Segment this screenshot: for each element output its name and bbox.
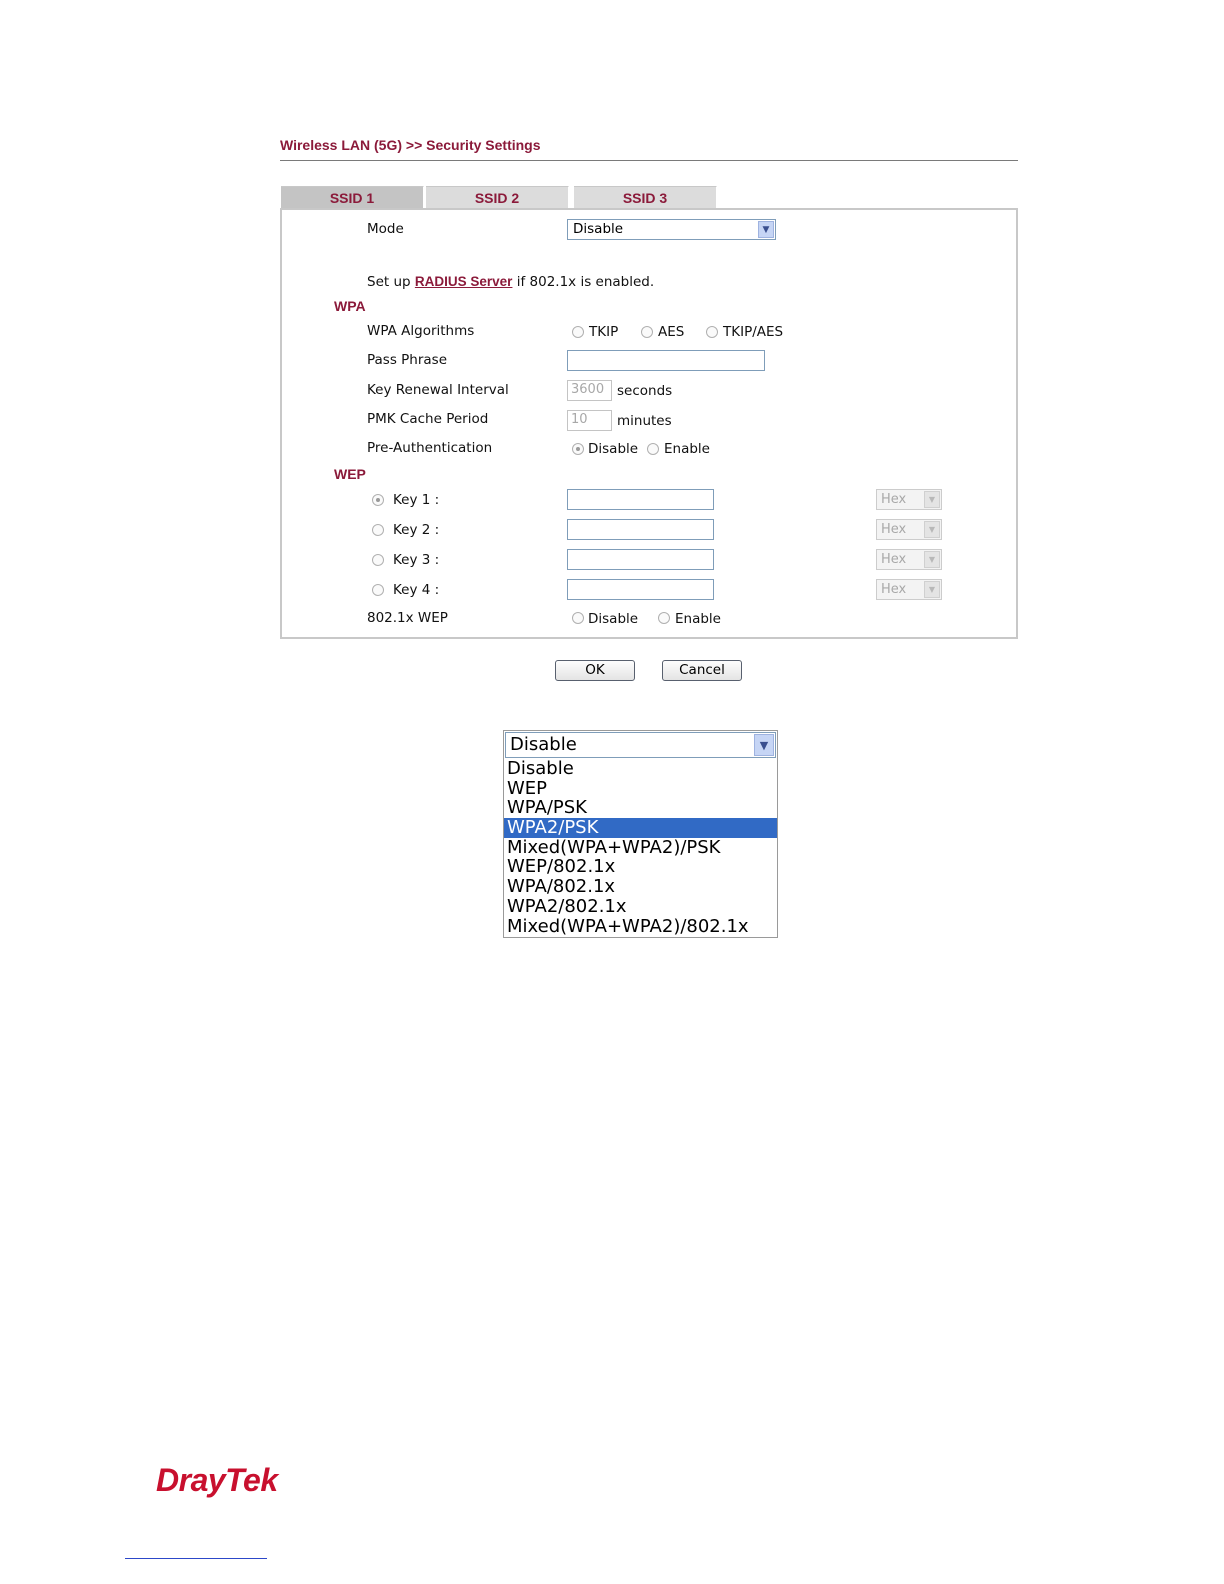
tkip-radio[interactable]	[572, 326, 584, 338]
key-renewal-unit: seconds	[617, 383, 673, 399]
mode-dropdown-value: Disable	[510, 734, 577, 755]
mode-option-disable[interactable]: Disable	[504, 759, 777, 779]
draytek-logo: DrayTek	[156, 1462, 278, 1498]
key-3-format-value: Hex	[881, 552, 907, 567]
title-divider	[280, 160, 1018, 161]
mode-dropdown-list: Disable WEP WPA/PSK WPA2/PSK Mixed(WPA+W…	[504, 759, 777, 936]
key-1-input[interactable]	[567, 489, 714, 510]
chevron-down-icon: ▼	[924, 491, 940, 508]
pass-phrase-label: Pass Phrase	[367, 352, 448, 368]
tab-ssid-1[interactable]: SSID 1	[281, 186, 424, 208]
pre-auth-label: Pre-Authentication	[367, 440, 493, 456]
key-3-label: Key 3 :	[393, 552, 440, 568]
footer-divider	[125, 1558, 267, 1559]
pmk-cache-unit: minutes	[617, 413, 672, 429]
key-2-label: Key 2 :	[393, 522, 440, 538]
key-3-radio[interactable]	[372, 554, 384, 566]
mode-option-wpa2-psk[interactable]: WPA2/PSK	[504, 818, 777, 838]
ok-button[interactable]: OK	[555, 660, 635, 681]
key-4-format-select[interactable]: Hex ▼	[876, 579, 942, 600]
mode-label: Mode	[367, 221, 404, 237]
key-4-format-value: Hex	[881, 582, 907, 597]
wpa-section-heading: WPA	[334, 298, 366, 314]
tkip-aes-label: TKIP/AES	[723, 324, 784, 340]
chevron-down-icon[interactable]: ▼	[758, 221, 774, 238]
mode-option-mixed-psk[interactable]: Mixed(WPA+WPA2)/PSK	[504, 837, 777, 858]
pass-phrase-input[interactable]	[567, 350, 765, 371]
key-renewal-input[interactable]: 3600	[567, 380, 612, 401]
pmk-cache-input[interactable]: 10	[567, 410, 612, 431]
radius-server-link[interactable]: RADIUS Server	[415, 274, 513, 289]
key-2-format-select[interactable]: Hex ▼	[876, 519, 942, 540]
tab-ssid-3[interactable]: SSID 3	[574, 186, 717, 208]
tkip-label: TKIP	[589, 324, 619, 340]
pre-auth-disable-radio[interactable]	[572, 443, 584, 455]
pre-auth-enable-label: Enable	[664, 441, 710, 457]
dot1x-wep-disable-radio[interactable]	[572, 612, 584, 624]
mode-option-mixed-8021x[interactable]: Mixed(WPA+WPA2)/802.1x	[504, 916, 777, 937]
mode-option-wpa-psk[interactable]: WPA/PSK	[504, 798, 777, 818]
wep-section-heading: WEP	[334, 466, 366, 482]
dot1x-wep-label: 802.1x WEP	[367, 610, 448, 626]
pre-auth-enable-radio[interactable]	[647, 443, 659, 455]
radius-note: Set up RADIUS Server if 802.1x is enable…	[367, 274, 654, 290]
key-4-radio[interactable]	[372, 584, 384, 596]
key-1-label: Key 1 :	[393, 492, 440, 508]
dot1x-wep-enable-label: Enable	[675, 611, 721, 627]
mode-select[interactable]: Disable ▼	[567, 219, 776, 240]
key-2-input[interactable]	[567, 519, 714, 540]
mode-option-wep[interactable]: WEP	[504, 778, 777, 799]
chevron-down-icon: ▼	[924, 551, 940, 568]
mode-select-value: Disable	[573, 221, 624, 237]
pmk-cache-label: PMK Cache Period	[367, 411, 489, 427]
radius-note-suffix: if 802.1x is enabled.	[516, 274, 655, 290]
key-1-format-value: Hex	[881, 492, 907, 507]
chevron-down-icon[interactable]: ▼	[754, 734, 774, 756]
wpa-algorithms-label: WPA Algorithms	[367, 323, 475, 339]
key-1-format-select[interactable]: Hex ▼	[876, 489, 942, 510]
page-title: Wireless LAN (5G) >> Security Settings	[280, 137, 541, 153]
pre-auth-disable-label: Disable	[588, 441, 639, 457]
aes-radio[interactable]	[641, 326, 653, 338]
key-4-input[interactable]	[567, 579, 714, 600]
key-3-input[interactable]	[567, 549, 714, 570]
key-renewal-label: Key Renewal Interval	[367, 382, 509, 398]
chevron-down-icon: ▼	[924, 581, 940, 598]
dot1x-wep-enable-radio[interactable]	[658, 612, 670, 624]
aes-label: AES	[658, 324, 685, 340]
key-3-format-select[interactable]: Hex ▼	[876, 549, 942, 570]
key-2-radio[interactable]	[372, 524, 384, 536]
key-2-format-value: Hex	[881, 522, 907, 537]
cancel-button[interactable]: Cancel	[662, 660, 742, 681]
key-4-label: Key 4 :	[393, 582, 440, 598]
mode-option-wep-8021x[interactable]: WEP/802.1x	[504, 857, 777, 877]
tkip-aes-radio[interactable]	[706, 326, 718, 338]
mode-dropdown-select[interactable]: Disable ▼	[505, 732, 776, 758]
chevron-down-icon: ▼	[924, 521, 940, 538]
mode-option-wpa2-8021x[interactable]: WPA2/802.1x	[504, 896, 777, 917]
tab-ssid-2[interactable]: SSID 2	[426, 186, 569, 208]
mode-option-wpa-8021x[interactable]: WPA/802.1x	[504, 877, 777, 897]
key-1-radio[interactable]	[372, 494, 384, 506]
radius-note-prefix: Set up	[367, 274, 411, 290]
dot1x-wep-disable-label: Disable	[588, 611, 639, 627]
